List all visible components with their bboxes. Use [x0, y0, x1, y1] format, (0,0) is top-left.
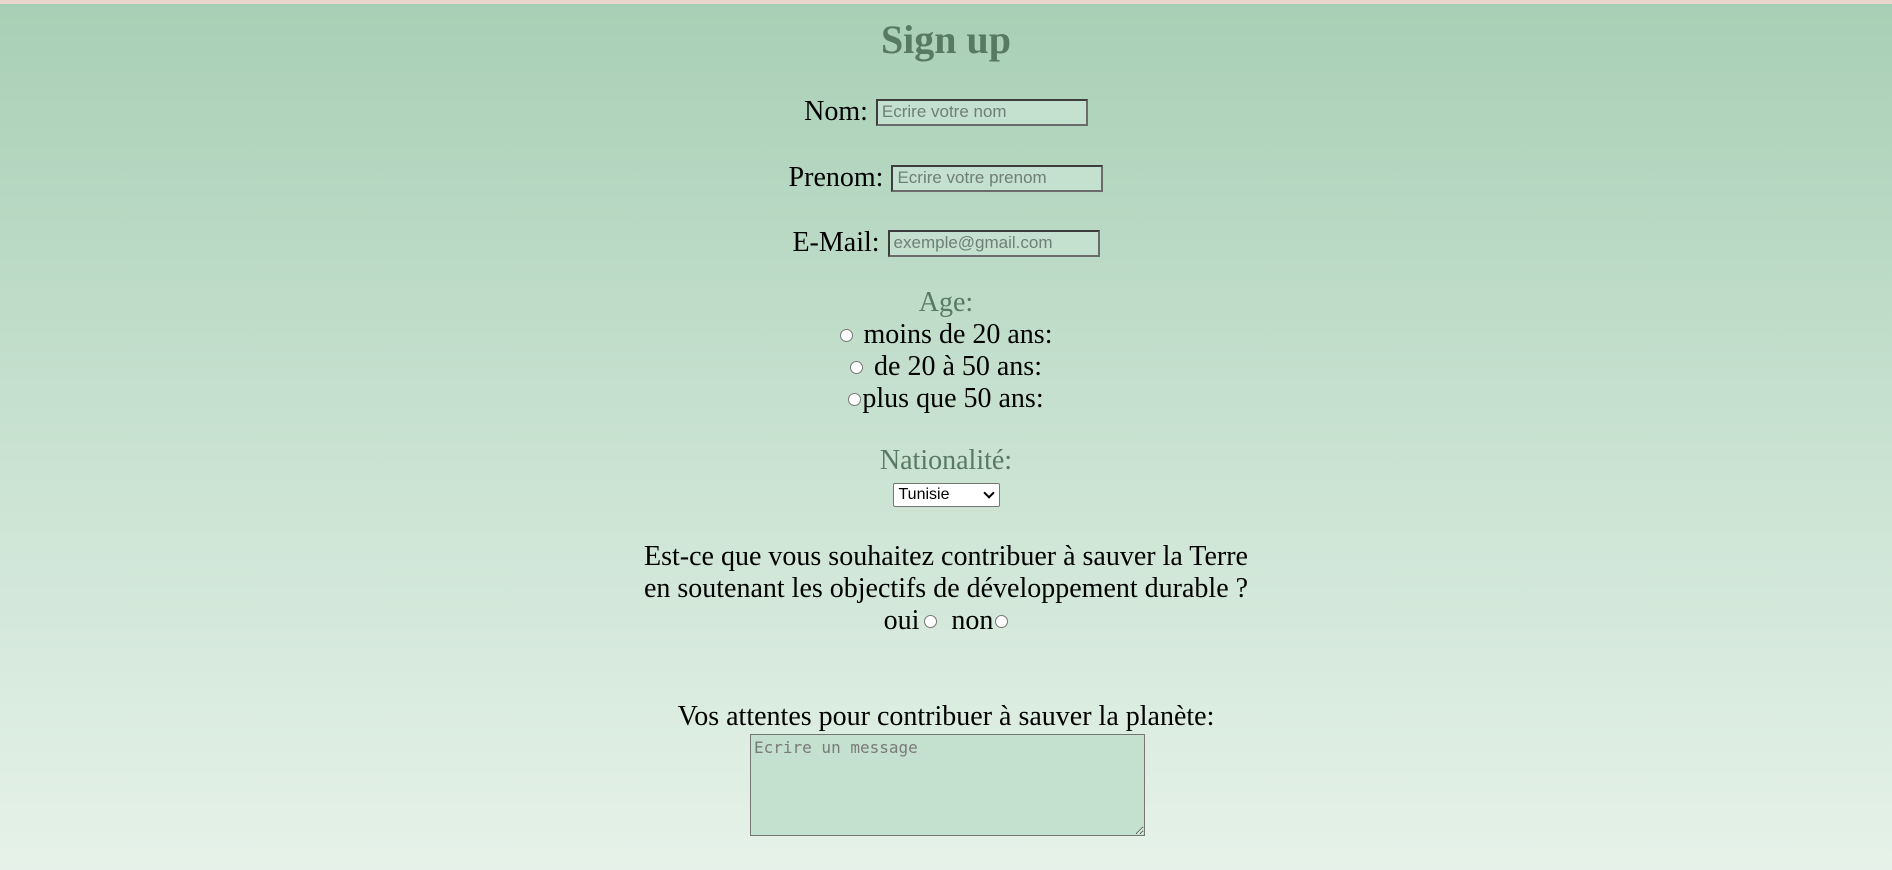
age-option-over-50: plus que 50 ans: [0, 383, 1892, 415]
age-20-50-label: de 20 à 50 ans: [874, 351, 1042, 382]
prenom-row: Prenom: [0, 158, 1892, 198]
attentes-textarea[interactable] [750, 734, 1145, 836]
sdg-question-line-2: en soutenant les objectifs de développem… [643, 573, 1249, 604]
nom-label: Nom: [804, 96, 868, 127]
email-input[interactable] [887, 229, 1100, 257]
nationalite-selected-value: Tunisie [898, 486, 950, 503]
prenom-label: Prenom: [788, 162, 884, 193]
yes-radio[interactable] [924, 614, 938, 628]
nom-input[interactable] [875, 98, 1088, 126]
age-option-under-20: moins de 20 ans: [0, 319, 1892, 351]
nom-row: Nom: [0, 92, 1892, 132]
no-label: non [951, 605, 994, 636]
email-row: E-Mail: [0, 223, 1892, 263]
attentes-label: Vos attentes pour contribuer à sauver la… [677, 701, 1215, 732]
age-under-20-radio[interactable] [839, 328, 853, 342]
no-radio[interactable] [995, 614, 1009, 628]
attentes-textarea-wrap [0, 734, 1892, 836]
prenom-input[interactable] [891, 164, 1104, 192]
nationalite-select-wrap: Tunisie [0, 483, 1892, 507]
age-over-50-label: plus que 50 ans: [862, 383, 1044, 414]
page-title: Sign up [880, 17, 1012, 62]
age-label: Age: [918, 287, 974, 318]
email-label: E-Mail: [792, 227, 880, 258]
age-20-50-radio[interactable] [850, 360, 864, 374]
sdg-question-line-1: Est-ce que vous souhaitez contribuer à s… [644, 541, 1248, 572]
age-under-20-label: moins de 20 ans: [863, 319, 1053, 350]
nationalite-select[interactable]: Tunisie [892, 483, 1000, 507]
sdg-question: Est-ce que vous souhaitez contribuer à s… [0, 541, 1892, 605]
yes-label: oui [883, 605, 920, 636]
nationalite-label: Nationalité: [879, 445, 1013, 476]
signup-page: Sign up Nom: Prenom: E-Mail: Age: moins … [0, 4, 1892, 836]
sdg-answer-row: oui non [0, 605, 1892, 637]
chevron-down-icon [982, 487, 995, 499]
age-option-20-50: de 20 à 50 ans: [0, 351, 1892, 383]
age-over-50-radio[interactable] [848, 392, 862, 406]
